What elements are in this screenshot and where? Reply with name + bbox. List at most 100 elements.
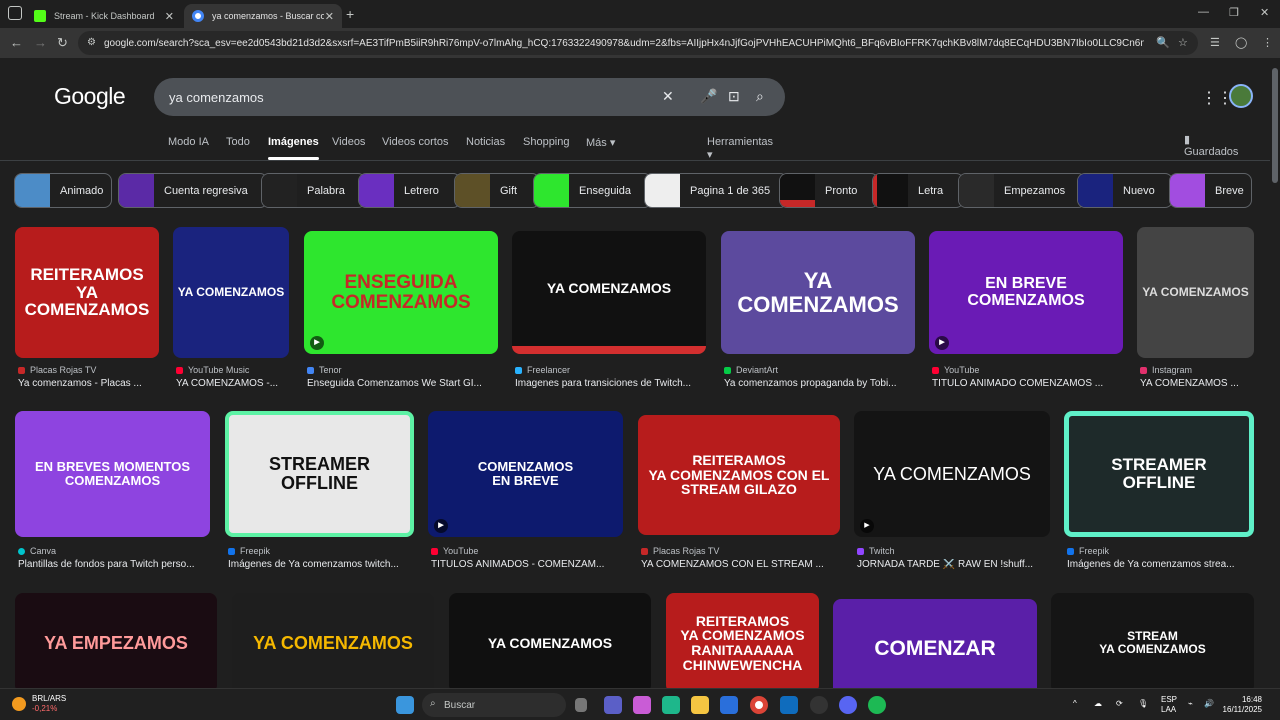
tab-google[interactable]: ya comenzamos - Buscar con G ✕ [184, 4, 342, 28]
reading-list-icon[interactable]: ☰ [1210, 36, 1220, 49]
chip-letra[interactable]: Letra [872, 173, 964, 208]
result-title[interactable]: TITULO ANIMADO COMENZAMOS ... [932, 378, 1122, 389]
image-result[interactable]: REITERAMOS YA COMENZAMOS Placas Rojas TV… [15, 227, 159, 392]
chip-gift[interactable]: Gift [454, 173, 540, 208]
result-image[interactable]: YA COMENZAMOS [232, 593, 434, 688]
result-title[interactable]: Imágenes de Ya comenzamos strea... [1067, 559, 1253, 570]
tools-button[interactable]: Herramientas ▾ [707, 136, 773, 161]
result-title[interactable]: JORNADA TARDE ⚔️ RAW EN !shuff... [857, 559, 1049, 570]
chrome-icon[interactable] [750, 696, 768, 714]
tab-images[interactable]: Imágenes [268, 136, 319, 160]
search-box[interactable]: ya comenzamos ✕ 🎤 ⊡ ⌕ [154, 78, 785, 116]
menu-icon[interactable]: ⋮ [1262, 36, 1273, 49]
result-image[interactable]: REITERAMOS YA COMENZAMOS RANITAAAAAA CHI… [666, 593, 819, 688]
chip-pronto[interactable]: Pronto [779, 173, 879, 208]
avatar[interactable] [1229, 84, 1253, 108]
image-result[interactable]: YA COMENZAMOS [449, 593, 652, 688]
scrollbar-thumb[interactable] [1272, 68, 1278, 183]
result-image[interactable]: REITERAMOS YA COMENZAMOS [15, 227, 159, 358]
image-result[interactable]: COMENZAR [833, 593, 1038, 688]
result-title[interactable]: YA COMENZAMOS ... [1140, 378, 1254, 389]
chip-cuenta-regresiva[interactable]: Cuenta regresiva [118, 173, 268, 208]
result-title[interactable]: Plantillas de fondos para Twitch perso..… [18, 559, 208, 570]
image-result[interactable]: EN BREVE COMENZAMOS ▶ YouTube TITULO ANIM… [929, 227, 1124, 392]
tab-videos[interactable]: Videos [332, 136, 365, 148]
image-result[interactable]: STREAMER OFFLINE Freepik Imágenes de Ya … [225, 411, 415, 576]
bookmark-star-icon[interactable]: ☆ [1178, 36, 1188, 49]
tab-short-videos[interactable]: Videos cortos [382, 136, 448, 148]
tab-list-icon[interactable] [8, 6, 22, 20]
image-result[interactable]: YA COMENZAMOS Instagram YA COMENZAMOS ..… [1137, 227, 1255, 392]
clear-icon[interactable]: ✕ [662, 88, 674, 105]
result-image[interactable]: YA COMENZAMOS [721, 231, 915, 354]
result-title[interactable]: Enseguida Comenzamos We Start GI... [307, 378, 497, 389]
sync-icon[interactable]: ⟳ [1116, 699, 1123, 709]
image-result[interactable]: ENSEGUIDA COMENZAMOS ▶ Tenor Enseguida Co… [304, 227, 499, 392]
onedrive-icon[interactable]: ☁ [1094, 699, 1102, 709]
chip-animado[interactable]: Animado [14, 173, 112, 208]
discord-icon[interactable] [839, 696, 857, 714]
image-result[interactable]: YA COMENZAMOS DeviantArt Ya comenzamos p… [721, 227, 916, 392]
tab-more[interactable]: Más ▾ [586, 136, 615, 149]
chip-empezamos[interactable]: Empezamos [958, 173, 1086, 208]
result-image[interactable]: YA COMENZAMOS [449, 593, 651, 688]
result-title[interactable]: YA COMENZAMOS CON EL STREAM ... [641, 559, 839, 570]
image-result[interactable]: YA EMPEZAMOS [15, 593, 218, 688]
network-icon[interactable]: ⌁ [1188, 699, 1193, 709]
address-bar[interactable]: ⚙ google.com/search?sca_esv=ee2d0543bd21… [78, 31, 1198, 55]
volume-icon[interactable]: 🔊 [1204, 699, 1214, 709]
close-icon[interactable]: ✕ [325, 10, 334, 23]
tab-shopping[interactable]: Shopping [523, 136, 570, 148]
result-title[interactable]: Imágenes de Ya comenzamos twitch... [228, 559, 413, 570]
result-image[interactable]: YA COMENZAMOS [173, 227, 289, 358]
image-result[interactable]: COMENZAMOS EN BREVE ▶ YouTube TITULOS ANI… [428, 411, 624, 576]
reload-button[interactable]: ↻ [57, 35, 68, 51]
result-title[interactable]: Ya comenzamos - Placas ... [18, 378, 158, 389]
chip-palabra[interactable]: Palabra [261, 173, 366, 208]
result-image[interactable]: ENSEGUIDA COMENZAMOS ▶ [304, 231, 498, 354]
taskbar-search[interactable]: ⌕ Buscar [422, 693, 566, 717]
back-button[interactable]: ← [10, 35, 23, 50]
result-image[interactable]: REITERAMOS YA COMENZAMOS CON EL STREAM G… [638, 415, 840, 535]
edge-icon[interactable] [662, 696, 680, 714]
chip-nuevo[interactable]: Nuevo [1077, 173, 1173, 208]
chip-letrero[interactable]: Letrero [358, 173, 461, 208]
scrollbar[interactable] [1270, 58, 1280, 688]
microphone-icon[interactable]: 🎙 [1138, 699, 1148, 709]
input-language[interactable]: ESP LAA [1161, 695, 1177, 715]
result-image[interactable]: COMENZAR [833, 599, 1037, 688]
restore-button[interactable]: ❐ [1229, 6, 1239, 19]
copilot-icon[interactable] [633, 696, 651, 714]
site-info-icon[interactable]: ⚙ [87, 37, 96, 48]
chip-pagina[interactable]: Pagina 1 de 365 [644, 173, 788, 208]
file-explorer-icon[interactable] [691, 696, 709, 714]
result-title[interactable]: Ya comenzamos propaganda by Tobi... [724, 378, 914, 389]
profile-icon[interactable]: ◯ [1235, 36, 1247, 49]
result-image[interactable]: COMENZAMOS EN BREVE ▶ [428, 411, 623, 537]
windows-start-icon[interactable] [396, 696, 414, 714]
image-result[interactable]: YA COMENZAMOS YouTube Music YA COMENZAMO… [173, 227, 290, 392]
result-image[interactable]: EN BREVE COMENZAMOS ▶ [929, 231, 1123, 354]
outlook-icon[interactable] [780, 696, 798, 714]
result-title[interactable]: Imagenes para transiciones de Twitch... [515, 378, 705, 389]
close-icon[interactable]: ✕ [165, 10, 174, 23]
new-tab-button[interactable]: + [346, 6, 354, 22]
widget-stocks[interactable]: BRL/ARS -0,21% [12, 694, 66, 714]
image-result[interactable]: YA COMENZAMOS ▶ Twitch JORNADA TARDE ⚔️ R… [854, 411, 1051, 576]
saved-button[interactable]: ▮ Guardados [1184, 133, 1238, 158]
minimize-button[interactable]: — [1198, 6, 1209, 18]
tab-kick[interactable]: Stream - Kick Dashboard ✕ [26, 4, 182, 28]
obs-icon[interactable] [810, 696, 828, 714]
result-image[interactable]: STREAM YA COMENZAMOS [1051, 593, 1254, 688]
result-image[interactable]: STREAMER OFFLINE [1064, 411, 1254, 537]
tray-overflow-icon[interactable]: ^ [1073, 699, 1077, 709]
result-image[interactable]: STREAMER OFFLINE [225, 411, 414, 537]
image-result[interactable]: STREAMER OFFLINE Freepik Imágenes de Ya … [1064, 411, 1255, 576]
result-title[interactable]: TITULOS ANIMADOS - COMENZAM... [431, 559, 621, 570]
image-result[interactable]: REITERAMOS YA COMENZAMOS RANITAAAAAA CHI… [666, 593, 820, 688]
zoom-icon[interactable]: 🔍 [1156, 36, 1170, 49]
result-image[interactable]: YA COMENZAMOS ▶ [854, 411, 1050, 537]
spotify-icon[interactable] [868, 696, 886, 714]
result-image[interactable]: YA COMENZAMOS [1137, 227, 1254, 358]
result-image[interactable]: EN BREVES MOMENTOS COMENZAMOS [15, 411, 210, 537]
